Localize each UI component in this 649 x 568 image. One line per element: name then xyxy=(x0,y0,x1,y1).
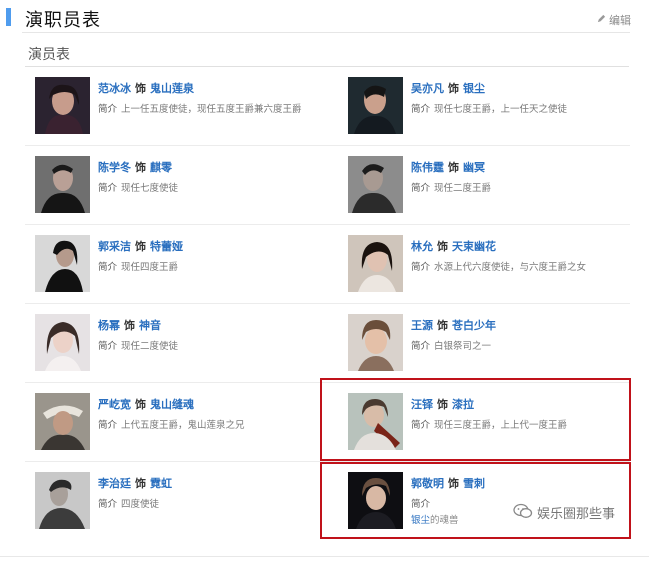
bio-text: 四度使徒 xyxy=(121,499,160,510)
cast-item: 杨幂饰神音 简介 现任二度使徒 xyxy=(33,304,333,382)
cast-item: 王源饰苍白少年 简介 白银祭司之一 xyxy=(346,304,630,382)
role-name-link[interactable]: 鬼山缝魂 xyxy=(150,399,194,411)
actor-name-link[interactable]: 王源 xyxy=(411,320,433,332)
plays-label: 饰 xyxy=(448,83,459,95)
bio-label: 简介 xyxy=(411,341,431,352)
bio-text: 现任四度王爵 xyxy=(121,262,179,273)
actor-photo[interactable] xyxy=(348,314,403,371)
edit-button[interactable]: 编辑 xyxy=(597,12,631,28)
cast-item: 郭采洁饰特蕾娅 简介 现任四度王爵 xyxy=(33,225,333,303)
bio-label: 简介 xyxy=(411,183,431,194)
bio-text: 白银祭司之一 xyxy=(434,341,492,352)
plays-label: 饰 xyxy=(448,162,459,174)
bio-text: 上代五度王爵，鬼山莲泉之兄 xyxy=(121,420,245,431)
bio-label: 简介 xyxy=(411,104,431,115)
page-title: 演职员表 xyxy=(25,10,101,30)
role-name-link[interactable]: 霓虹 xyxy=(150,478,172,490)
bio-text: 上一任五度使徒，现任五度王爵兼六度王爵 xyxy=(121,104,302,115)
actor-photo[interactable] xyxy=(35,393,90,450)
cast-item: 林允饰天束幽花 简介 水源上代六度使徒，与六度王爵之女 xyxy=(346,225,630,303)
bio-label: 简介 xyxy=(98,104,118,115)
highlight-box xyxy=(320,462,631,539)
plays-label: 饰 xyxy=(135,83,146,95)
actor-name-link[interactable]: 林允 xyxy=(411,241,433,253)
cast-item: 吴亦凡饰银尘 简介 现任七度王爵，上一任天之使徒 xyxy=(346,67,630,145)
role-name-link[interactable]: 神音 xyxy=(139,320,161,332)
plays-label: 饰 xyxy=(135,478,146,490)
plays-label: 饰 xyxy=(437,320,448,332)
plays-label: 饰 xyxy=(135,399,146,411)
actor-photo[interactable] xyxy=(348,235,403,292)
bio-label: 简介 xyxy=(98,499,118,510)
actor-name-link[interactable]: 吴亦凡 xyxy=(411,83,444,95)
role-name-link[interactable]: 特蕾娅 xyxy=(150,241,183,253)
actor-photo[interactable] xyxy=(35,156,90,213)
plays-label: 饰 xyxy=(437,241,448,253)
footer-divider xyxy=(0,556,649,557)
bio-text: 现任二度使徒 xyxy=(121,341,179,352)
role-name-link[interactable]: 银尘 xyxy=(463,83,485,95)
cast-row: 陈学冬饰麒零 简介 现任七度使徒 陈伟霆饰幽冥 简介 现任二度王爵 xyxy=(25,146,630,225)
actor-photo[interactable] xyxy=(35,235,90,292)
cast-item: 陈伟霆饰幽冥 简介 现任二度王爵 xyxy=(346,146,630,224)
edit-label: 编辑 xyxy=(609,15,631,27)
bio-text: 现任二度王爵 xyxy=(434,183,492,194)
plays-label: 饰 xyxy=(135,241,146,253)
cast-row: 郭采洁饰特蕾娅 简介 现任四度王爵 林允饰天束幽花 简介 水源上代六度使徒，与六度王… xyxy=(25,225,630,304)
actor-photo[interactable] xyxy=(35,472,90,529)
title-divider xyxy=(22,32,630,33)
bio-text: 现任七度使徒 xyxy=(121,183,179,194)
bio-label: 简介 xyxy=(411,262,431,273)
actor-photo[interactable] xyxy=(348,77,403,134)
cast-item: 严屹宽饰鬼山缝魂 简介 上代五度王爵，鬼山莲泉之兄 xyxy=(33,383,333,461)
actor-name-link[interactable]: 陈学冬 xyxy=(98,162,131,174)
cast-item: 陈学冬饰麒零 简介 现任七度使徒 xyxy=(33,146,333,224)
actor-photo[interactable] xyxy=(35,314,90,371)
actor-name-link[interactable]: 杨幂 xyxy=(98,320,120,332)
role-name-link[interactable]: 天束幽花 xyxy=(452,241,496,253)
watermark-text: 娱乐圈那些事 xyxy=(537,506,616,521)
role-name-link[interactable]: 鬼山莲泉 xyxy=(150,83,194,95)
bio-label: 简介 xyxy=(98,341,118,352)
cast-row: 杨幂饰神音 简介 现任二度使徒 王源饰苍白少年 简介 白银祭司之一 xyxy=(25,304,630,383)
actor-name-link[interactable]: 陈伟霆 xyxy=(411,162,444,174)
bio-label: 简介 xyxy=(98,183,118,194)
plays-label: 饰 xyxy=(124,320,135,332)
actor-name-link[interactable]: 郭采洁 xyxy=(98,241,131,253)
highlight-box xyxy=(320,378,631,461)
wechat-icon xyxy=(513,503,533,522)
role-name-link[interactable]: 幽冥 xyxy=(463,162,485,174)
pencil-icon xyxy=(597,14,606,26)
bio-label: 简介 xyxy=(98,420,118,431)
watermark: 娱乐圈那些事 xyxy=(513,503,615,522)
cast-item: 李治廷饰霓虹 简介 四度使徒 xyxy=(33,462,333,540)
bio-text: 水源上代六度使徒，与六度王爵之女 xyxy=(434,262,587,273)
role-name-link[interactable]: 麒零 xyxy=(150,162,172,174)
role-name-link[interactable]: 苍白少年 xyxy=(452,320,496,332)
section-title: 演员表 xyxy=(28,46,70,62)
actor-photo[interactable] xyxy=(348,156,403,213)
cast-row: 范冰冰饰鬼山莲泉 简介 上一任五度使徒，现任五度王爵兼六度王爵 吴亦凡饰银尘 简介… xyxy=(25,67,630,146)
actor-photo[interactable] xyxy=(35,77,90,134)
actor-name-link[interactable]: 李治廷 xyxy=(98,478,131,490)
cast-item: 范冰冰饰鬼山莲泉 简介 上一任五度使徒，现任五度王爵兼六度王爵 xyxy=(33,67,333,145)
actor-name-link[interactable]: 严屹宽 xyxy=(98,399,131,411)
plays-label: 饰 xyxy=(135,162,146,174)
bio-label: 简介 xyxy=(98,262,118,273)
section-accent-bar xyxy=(6,8,11,26)
bio-text: 现任七度王爵，上一任天之使徒 xyxy=(434,104,568,115)
actor-name-link[interactable]: 范冰冰 xyxy=(98,83,131,95)
